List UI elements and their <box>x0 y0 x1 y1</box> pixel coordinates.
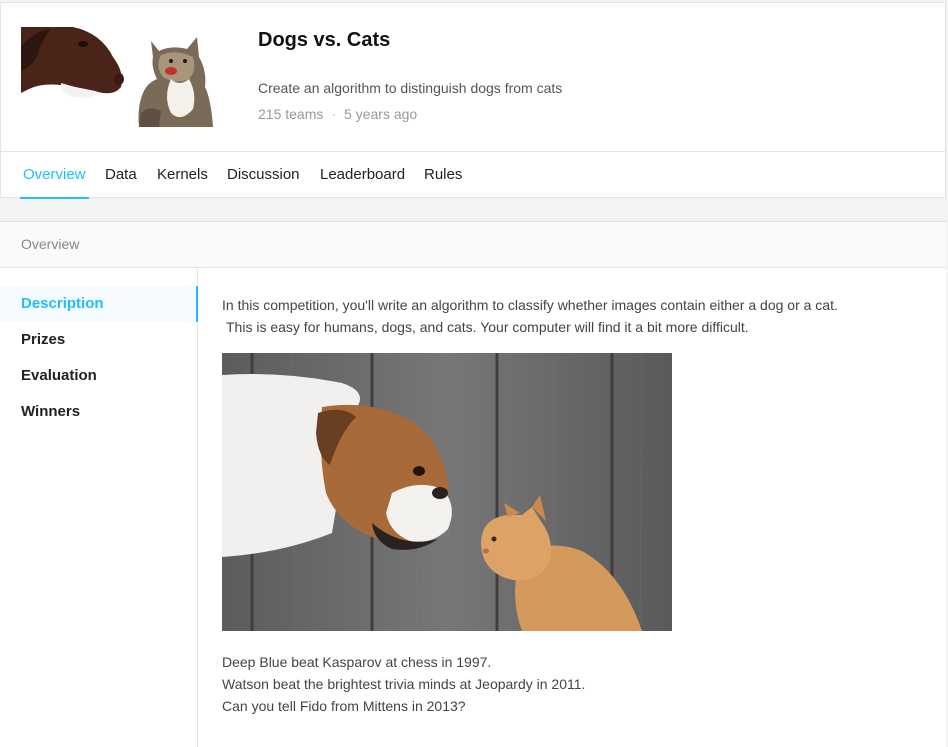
tab-discussion[interactable]: Discussion <box>227 152 300 199</box>
overview-sidebar: Description Prizes Evaluation Winners <box>0 269 198 747</box>
closing-line-2: Watson beat the brightest trivia minds a… <box>222 676 586 692</box>
tab-kernels[interactable]: Kernels <box>157 152 208 199</box>
tab-leaderboard[interactable]: Leaderboard <box>320 152 405 199</box>
competition-title: Dogs vs. Cats <box>258 29 391 51</box>
panel-heading: Overview <box>21 236 80 252</box>
description-closing: Deep Blue beat Kasparov at chess in 1997… <box>222 651 922 717</box>
tab-rules[interactable]: Rules <box>424 152 462 199</box>
closing-line-3: Can you tell Fido from Mittens in 2013? <box>222 698 466 714</box>
sidebar-item-prizes[interactable]: Prizes <box>0 322 198 358</box>
dog-cat-hero-image <box>222 353 672 631</box>
dog-and-cat-photo <box>222 353 672 631</box>
competition-age: 5 years ago <box>344 106 418 122</box>
teams-count: 215 teams <box>258 106 324 122</box>
competition-meta: 215 teams · 5 years ago <box>258 106 417 122</box>
description-intro: In this competition, you'll write an alg… <box>222 294 922 338</box>
closing-line-1: Deep Blue beat Kasparov at chess in 1997… <box>222 654 492 670</box>
sidebar-item-winners[interactable]: Winners <box>0 394 198 430</box>
panel-header: Overview <box>0 222 946 268</box>
competition-subtitle: Create an algorithm to distinguish dogs … <box>258 80 563 96</box>
dog-cat-thumbnail-image <box>21 27 216 127</box>
tab-data[interactable]: Data <box>105 152 137 199</box>
competition-thumbnail <box>21 27 216 127</box>
intro-line-2: This is easy for humans, dogs, and cats.… <box>226 319 749 335</box>
competition-header: Dogs vs. Cats Create an algorithm to dis… <box>0 2 946 199</box>
meta-separator: · <box>331 106 337 122</box>
overview-panel: Overview Description Prizes Evaluation W… <box>0 221 946 747</box>
intro-line-1: In this competition, you'll write an alg… <box>222 297 838 313</box>
sidebar-item-evaluation[interactable]: Evaluation <box>0 358 198 394</box>
competition-tabs: Overview Data Kernels Discussion Leaderb… <box>1 152 945 199</box>
sidebar-item-description[interactable]: Description <box>0 286 198 322</box>
tab-overview[interactable]: Overview <box>20 152 89 199</box>
